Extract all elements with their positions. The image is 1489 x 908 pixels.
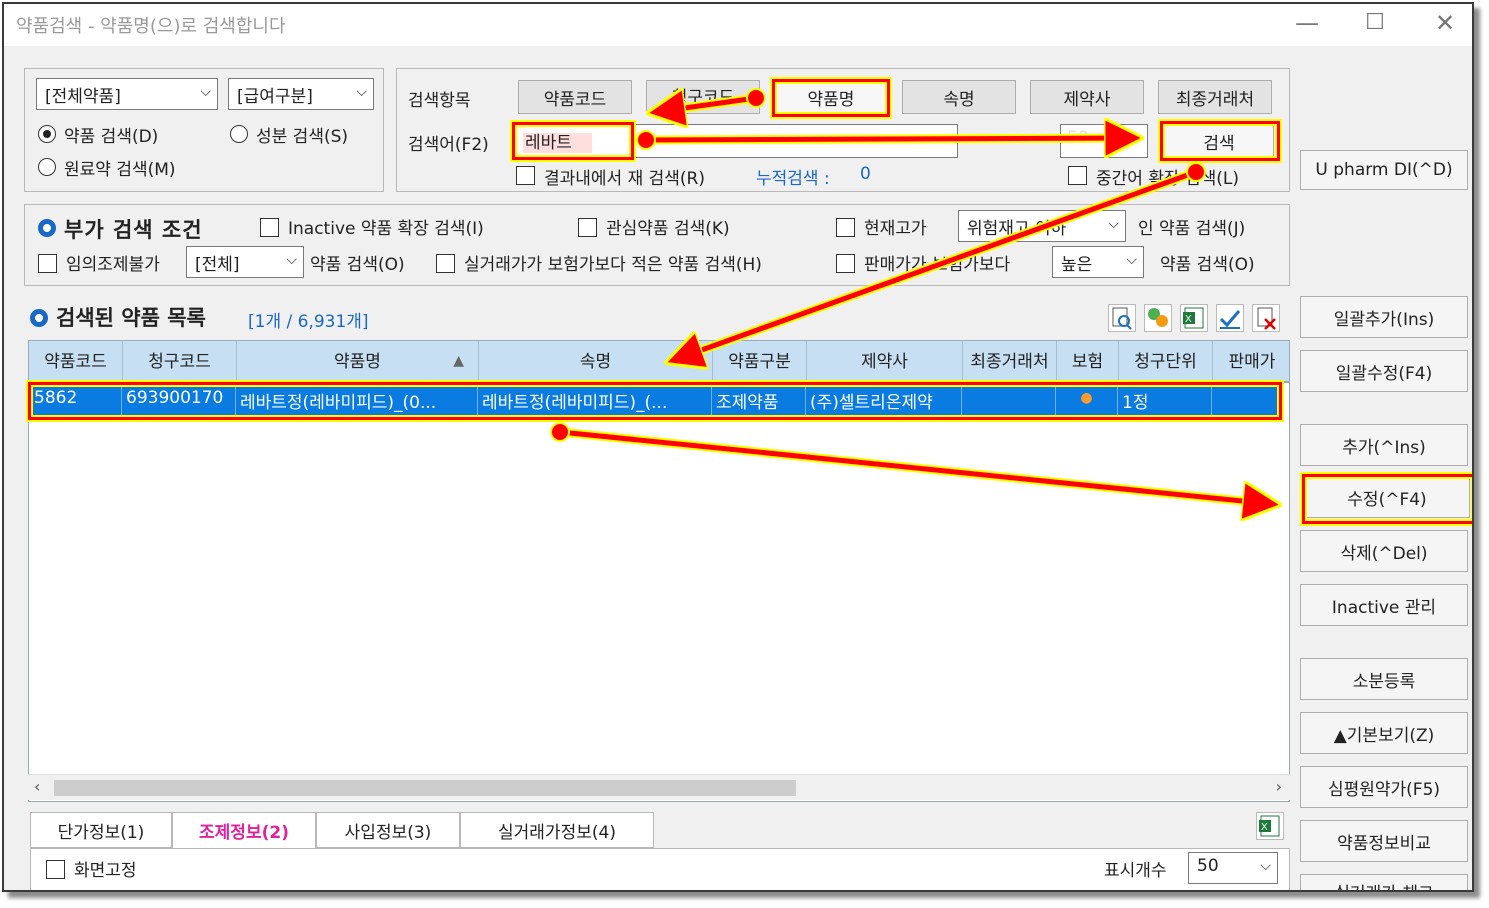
- arrow-start-4: [550, 422, 570, 442]
- arrow-3: [674, 169, 1199, 360]
- arrow-2: [643, 138, 1134, 140]
- arrow-start-1: [746, 88, 766, 108]
- arrow-4: [557, 429, 1272, 504]
- drug-search-window: 약품검색 - 약품명(으)로 검색합니다 — ☐ ✕ [전체약품] ⌵ [급여구…: [2, 2, 1474, 892]
- annotation-arrows: [550, 88, 1474, 892]
- arrow-start-3: [1186, 162, 1206, 182]
- arrow-start-2: [636, 130, 656, 150]
- arrow-1: [656, 98, 759, 112]
